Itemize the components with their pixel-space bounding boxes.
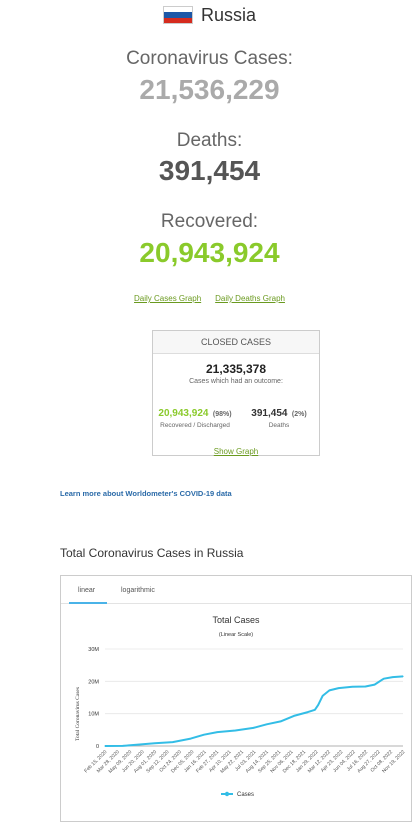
- data-point: [234, 729, 236, 732]
- chart-legend: Cases: [221, 791, 254, 798]
- country-header: Russia: [0, 2, 419, 28]
- data-point: [402, 675, 404, 677]
- country-name: Russia: [200, 4, 257, 25]
- data-point: [374, 684, 376, 686]
- closed-cases-subtitle: Cases which had an outcome:: [189, 378, 283, 385]
- cases-value: 21,536,229: [139, 74, 280, 105]
- data-point: [293, 715, 295, 717]
- legend-label[interactable]: Cases: [237, 792, 254, 798]
- chart-title: Total Cases: [212, 615, 260, 625]
- data-point: [216, 731, 218, 733]
- graph-links: Daily Cases Graph Daily Deaths Graph: [0, 294, 419, 303]
- chart-y-axis-label: Total Coronavirus Cases: [75, 687, 81, 741]
- closed-recovered-block: 20,943,924 (98%) Recovered / Discharged: [153, 403, 237, 429]
- chart-section-title: Total Coronavirus Cases in Russia: [60, 546, 244, 560]
- closed-recovered-pct: (98%): [212, 411, 232, 418]
- russia-flag-icon: [162, 6, 193, 24]
- chart-panel: linear logarithmic Total Cases (Linear S…: [60, 575, 412, 822]
- closed-recovered-label: Recovered / Discharged: [160, 422, 230, 429]
- y-tick-label: 0: [96, 744, 99, 750]
- data-point: [252, 727, 254, 729]
- closed-cases-panel: CLOSED CASES 21,335,378 Cases which had …: [152, 330, 320, 456]
- y-tick-label: 20M: [88, 679, 99, 685]
- chart-subtitle: (Linear Scale): [219, 632, 253, 638]
- learn-more-link[interactable]: Learn more about Worldometer's COVID-19 …: [60, 489, 232, 498]
- deaths-value: 391,454: [158, 155, 261, 186]
- data-point: [122, 745, 124, 747]
- data-point: [307, 711, 309, 713]
- daily-cases-graph-link[interactable]: Daily Cases Graph: [134, 294, 201, 303]
- data-point: [383, 678, 385, 680]
- data-point: [351, 686, 353, 688]
- daily-deaths-graph-link[interactable]: Daily Deaths Graph: [215, 294, 285, 303]
- deaths-label: Deaths:: [176, 130, 243, 151]
- recovered-label: Recovered:: [160, 211, 259, 232]
- data-point: [317, 704, 319, 706]
- closed-deaths-value: 391,454: [251, 408, 288, 419]
- show-graph-link[interactable]: Show Graph: [214, 447, 258, 456]
- closed-deaths-pct: (2%): [291, 411, 307, 418]
- closed-deaths-label: Deaths: [268, 422, 290, 429]
- data-point: [266, 723, 268, 725]
- closed-recovered-value: 20,943,924: [158, 408, 209, 419]
- closed-deaths-block: 391,454 (2%) Deaths: [237, 403, 321, 429]
- data-point: [314, 709, 316, 711]
- data-point: [203, 734, 205, 736]
- legend-marker: [224, 791, 230, 797]
- series-line-cases[interactable]: [104, 675, 404, 747]
- closed-cases-header: CLOSED CASES: [153, 331, 319, 354]
- tab-logarithmic[interactable]: logarithmic: [121, 587, 155, 594]
- data-point: [104, 745, 106, 747]
- data-point: [190, 738, 192, 740]
- data-point: [328, 689, 330, 691]
- y-tick-label: 30M: [88, 647, 99, 653]
- closed-cases-total: 21,335,378: [205, 362, 267, 376]
- data-point: [280, 720, 282, 722]
- data-point: [364, 685, 367, 688]
- cases-label: Coronavirus Cases:: [126, 48, 293, 69]
- flag-stripe-red: [163, 17, 192, 23]
- recovered-value: 20,943,924: [139, 237, 280, 268]
- data-point: [338, 687, 340, 689]
- data-point: [136, 744, 138, 746]
- data-point: [392, 676, 394, 678]
- total-cases-chart: Total Cases (Linear Scale) Total Coronav…: [75, 615, 407, 798]
- data-point: [322, 695, 324, 697]
- data-point: [154, 742, 156, 744]
- data-point: [172, 741, 174, 743]
- y-tick-label: 10M: [88, 712, 99, 718]
- tab-linear[interactable]: linear: [78, 587, 95, 594]
